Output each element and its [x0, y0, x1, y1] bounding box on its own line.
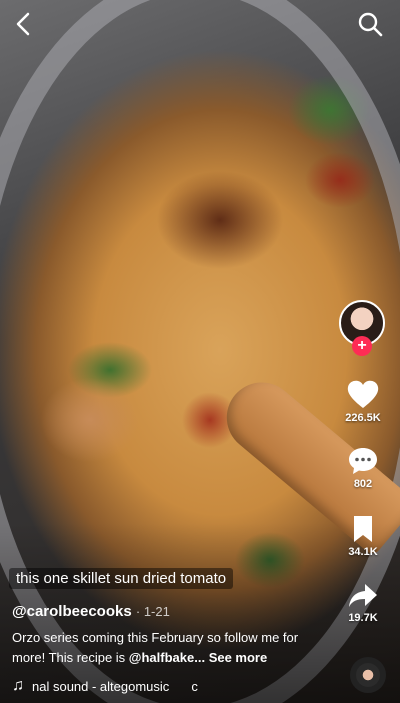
post-timestamp: 1-21 [143, 604, 170, 619]
author-line: @carolbeecooks · 1-21 [12, 603, 170, 620]
music-note-icon: ♫ [12, 677, 24, 694]
mention-link[interactable]: @halfbake... [129, 650, 205, 665]
search-icon [358, 12, 383, 37]
comment-button[interactable]: 802 [332, 446, 394, 490]
comment-icon [349, 448, 377, 474]
author-handle[interactable]: @carolbeecooks [12, 603, 132, 620]
overlay-caption: this one skillet sun dried tomato [9, 568, 234, 589]
chevron-left-icon [16, 12, 30, 36]
heart-icon [347, 380, 379, 408]
top-bar [0, 0, 400, 48]
music-disc[interactable] [350, 657, 386, 693]
follow-button[interactable]: + [352, 336, 372, 356]
like-count: 226.5K [345, 412, 381, 424]
search-button[interactable] [356, 10, 384, 38]
music-info[interactable]: ♫ nal sound - altegomusic c [12, 677, 198, 695]
like-button[interactable]: 226.5K [332, 378, 394, 424]
plus-icon: + [357, 337, 367, 354]
save-count: 34.1K [348, 546, 378, 558]
see-more-link[interactable]: See more [209, 650, 268, 665]
post-description: Orzo series coming this February so foll… [12, 628, 312, 668]
music-label-trailing: c [191, 678, 198, 694]
share-button[interactable]: 19.7K [332, 582, 394, 624]
bookmark-icon [354, 516, 372, 542]
back-button[interactable] [12, 10, 36, 38]
share-icon [349, 584, 377, 607]
save-button[interactable]: 34.1K [332, 514, 394, 558]
comment-count: 802 [353, 478, 373, 490]
music-label: nal sound - altegomusic [32, 678, 170, 694]
share-count: 19.7K [348, 612, 378, 624]
creator-avatar-group: + [339, 300, 387, 356]
